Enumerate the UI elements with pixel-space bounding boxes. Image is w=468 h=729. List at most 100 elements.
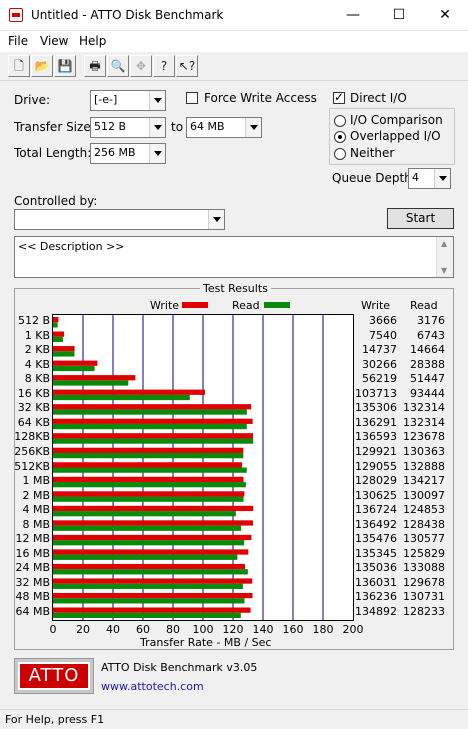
read-bar — [53, 511, 236, 517]
menu-file[interactable]: File — [8, 34, 28, 48]
write-value: 134892 — [355, 604, 397, 618]
drive-select[interactable]: [-e-] — [90, 90, 166, 111]
read-bar — [53, 525, 242, 531]
description-scrollbar[interactable] — [436, 237, 453, 277]
start-button[interactable]: Start — [387, 208, 454, 229]
read-bar — [53, 322, 58, 328]
minimize-button[interactable]: — — [330, 0, 376, 31]
controlled-by-select[interactable] — [14, 209, 225, 230]
chevron-down-icon[interactable] — [149, 144, 165, 163]
column-read-header: Read — [410, 299, 438, 312]
category-label: 8 MB — [22, 517, 50, 531]
status-bar: For Help, press F1 — [0, 709, 468, 729]
category-label: 12 MB — [15, 532, 50, 546]
read-bar — [53, 467, 247, 473]
read-bar — [53, 452, 244, 459]
move-icon[interactable]: ✥ — [130, 55, 152, 77]
category-label: 512 B — [17, 314, 50, 328]
read-value: 130577 — [403, 532, 445, 546]
neither-label: Neither — [350, 146, 395, 160]
legend-write-label: Write — [150, 299, 180, 312]
menu-view[interactable]: View — [40, 34, 68, 48]
category-label: 16 MB — [15, 546, 50, 560]
context-help-icon[interactable]: ↖? — [176, 55, 198, 77]
description-text: << Description >> — [18, 240, 125, 253]
maximize-button[interactable]: ☐ — [376, 0, 422, 31]
help-icon[interactable]: ? — [153, 55, 175, 77]
transfer-from-select[interactable]: 512 B — [90, 117, 166, 138]
overlapped-io-radio[interactable] — [334, 131, 346, 143]
chevron-down-icon[interactable] — [434, 169, 450, 188]
chevron-down-icon[interactable] — [149, 118, 165, 137]
read-bar — [53, 583, 243, 589]
queue-depth-select[interactable]: 4 — [408, 168, 451, 189]
read-value: 130097 — [403, 488, 445, 502]
close-button[interactable]: ✕ — [422, 0, 468, 31]
x-tick-label: 140 — [252, 623, 274, 636]
category-label: 64 KB — [17, 415, 50, 429]
write-bar — [53, 607, 251, 613]
status-text: For Help, press F1 — [5, 713, 105, 726]
print-icon[interactable]: 🖶 — [84, 55, 106, 77]
total-length-select[interactable]: 256 MB — [90, 143, 166, 164]
read-value: 28388 — [410, 357, 445, 371]
write-value: 136492 — [355, 517, 397, 531]
new-file-icon[interactable]: 🗋 — [8, 55, 30, 77]
category-label: 4 MB — [22, 503, 50, 517]
neither-radio[interactable] — [334, 148, 346, 160]
write-bar — [53, 563, 245, 570]
read-value: 93444 — [410, 386, 445, 400]
write-value: 136031 — [355, 575, 397, 589]
read-value: 134217 — [403, 474, 445, 488]
force-write-checkbox[interactable] — [186, 92, 198, 104]
print-preview-icon[interactable]: 🔍 — [107, 55, 129, 77]
write-value: 129055 — [355, 459, 397, 473]
product-name: ATTO Disk Benchmark v3.05 — [101, 661, 258, 674]
transfer-size-label: Transfer Size: — [14, 120, 95, 134]
x-tick-label: 0 — [49, 623, 57, 636]
chevron-down-icon[interactable] — [245, 118, 261, 137]
drive-value: [-e-] — [94, 93, 118, 106]
transfer-to-label: to — [171, 120, 184, 134]
legend-write-swatch — [182, 302, 208, 308]
atto-logo[interactable]: ATTO — [14, 658, 94, 694]
read-bar — [53, 554, 238, 560]
category-label: 16 KB — [17, 386, 50, 400]
save-icon[interactable]: 💾 — [54, 55, 76, 77]
read-bar — [53, 351, 75, 357]
read-value: 123678 — [403, 430, 445, 444]
direct-io-checkbox[interactable] — [333, 90, 345, 104]
category-label: 2 KB — [24, 343, 50, 357]
write-value: 129921 — [355, 444, 397, 458]
read-value: 128438 — [403, 517, 445, 531]
menu-help[interactable]: Help — [79, 34, 106, 48]
write-bar — [53, 389, 205, 395]
chevron-down-icon[interactable] — [149, 91, 165, 110]
category-label: 8 KB — [24, 372, 50, 386]
website-link[interactable]: www.attotech.com — [101, 680, 204, 693]
write-bar — [53, 331, 65, 337]
read-value: 128233 — [403, 604, 445, 618]
read-value: 6743 — [417, 328, 445, 342]
category-labels: 512 B1 KB 2 KB 4 KB 8 KB 16 KB 32 KB 64 KB 128K… — [0, 314, 50, 621]
write-value: 135345 — [355, 546, 397, 560]
read-value: 124853 — [403, 503, 445, 517]
write-value: 136291 — [355, 415, 397, 429]
overlapped-io-label: Overlapped I/O — [350, 129, 441, 143]
open-folder-icon[interactable]: 📂 — [31, 55, 53, 77]
read-bar — [53, 336, 63, 343]
chevron-down-icon[interactable] — [208, 210, 224, 229]
description-box[interactable]: << Description >> — [14, 236, 454, 278]
x-tick-label: 20 — [76, 623, 90, 636]
app-icon[interactable] — [9, 8, 23, 22]
read-bar — [53, 438, 254, 444]
category-label: 64 MB — [15, 604, 50, 618]
write-value: 103713 — [355, 386, 397, 400]
read-value: 132314 — [403, 401, 445, 415]
write-value: 7540 — [369, 328, 397, 342]
chart-plot-area — [52, 314, 354, 621]
read-bar — [53, 365, 95, 372]
read-bar — [53, 496, 244, 502]
io-comparison-radio[interactable] — [334, 115, 346, 127]
transfer-to-select[interactable]: 64 MB — [186, 117, 262, 138]
